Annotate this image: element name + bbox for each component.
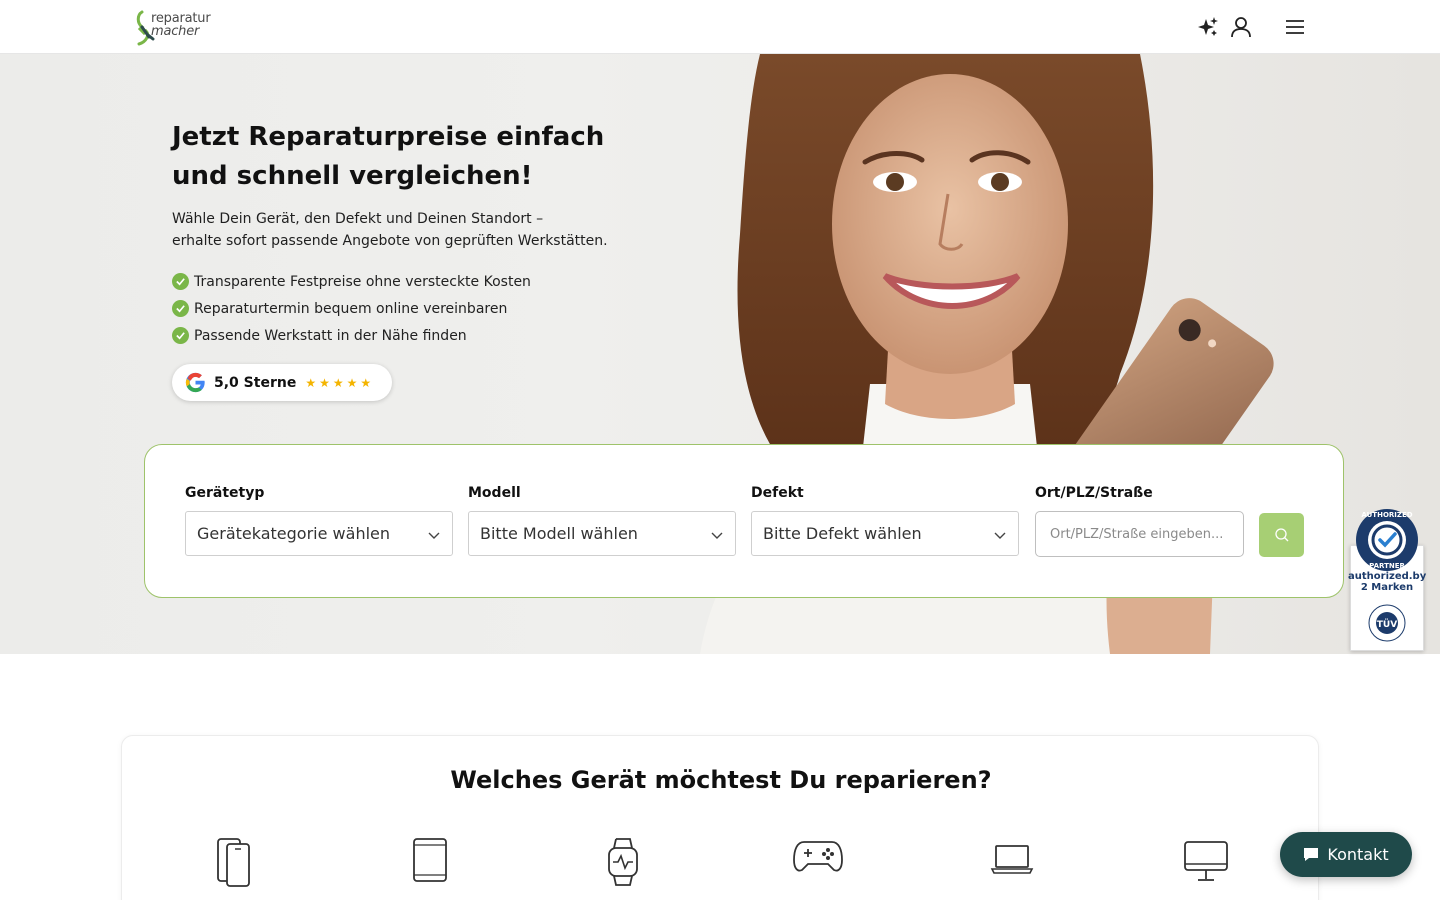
check-icon [172, 327, 189, 344]
gamepad-icon[interactable] [792, 836, 844, 876]
search-button[interactable] [1259, 513, 1304, 557]
model-field: Modell Bitte Modell wählen [468, 485, 736, 556]
site-header: reparatur macher [0, 0, 1440, 54]
logo[interactable]: reparatur macher [136, 9, 218, 47]
benefit-text: Reparaturtermin bequem online vereinbare… [194, 300, 508, 317]
defect-value: Bitte Defekt wählen [763, 524, 922, 543]
hero-subtitle-line2: erhalte sofort passende Angebote von gep… [172, 233, 608, 249]
chevron-down-icon [994, 532, 1006, 539]
device-type-label: Gerätetyp [185, 485, 265, 501]
laptop-icon[interactable] [990, 836, 1034, 876]
google-rating-badge[interactable]: 5,0 Sterne ★★★★★ [172, 364, 392, 401]
rating-text: 5,0 Sterne [214, 374, 297, 391]
sparkle-icon[interactable] [1196, 15, 1220, 39]
desktop-icon[interactable] [1182, 836, 1230, 884]
hero-subtitle: Wähle Dein Gerät, den Defekt und Deinen … [172, 208, 642, 252]
rating-stars: ★★★★★ [305, 375, 375, 390]
location-input[interactable] [1035, 511, 1244, 557]
chevron-down-icon [711, 532, 723, 539]
location-label: Ort/PLZ/Straße [1035, 485, 1153, 501]
badge-line2: 2 Marken [1360, 582, 1414, 593]
tuv-text: TÜV [1377, 619, 1397, 630]
tablet-icon[interactable] [410, 836, 450, 884]
model-label: Modell [468, 485, 521, 501]
tuv-seal-icon: TÜV [1368, 604, 1406, 642]
seal-bottom-text: PARTNER [1369, 562, 1405, 570]
device-section-title: Welches Gerät möchtest Du reparieren? [450, 766, 992, 794]
google-icon [185, 372, 205, 393]
benefit-text: Passende Werkstatt in der Nähe finden [194, 327, 467, 344]
authorized-partner-badge[interactable]: AUTHORIZED PARTNER authorized.by 2 Marke… [1348, 505, 1426, 651]
model-select[interactable]: Bitte Modell wählen [468, 511, 736, 556]
benefit-text: Transparente Festpreise ohne versteckte … [194, 273, 531, 290]
device-type-field: Gerätetyp Gerätekategorie wählen [185, 485, 453, 556]
benefit-item: Transparente Festpreise ohne versteckte … [172, 268, 531, 295]
model-value: Bitte Modell wählen [480, 524, 638, 543]
search-icon [1274, 528, 1288, 542]
contact-label: Kontakt [1327, 845, 1389, 864]
seal-top-text: AUTHORIZED [1361, 511, 1412, 519]
benefit-item: Passende Werkstatt in der Nähe finden [172, 322, 531, 349]
check-icon [172, 300, 189, 317]
menu-icon[interactable] [1283, 15, 1307, 39]
benefit-item: Reparaturtermin bequem online vereinbare… [172, 295, 531, 322]
authorized-seal-icon: AUTHORIZED PARTNER [1356, 509, 1418, 571]
device-selection-section: Welches Gerät möchtest Du reparieren? [121, 735, 1319, 900]
chevron-down-icon [428, 532, 440, 539]
benefit-list: Transparente Festpreise ohne versteckte … [172, 268, 531, 349]
defect-label: Defekt [751, 485, 804, 501]
badge-line1: authorized.by [1348, 571, 1427, 582]
smartphone-icon[interactable] [215, 836, 255, 888]
repair-search-form: Gerätetyp Gerätekategorie wählen Modell … [144, 444, 1344, 598]
chat-icon [1304, 848, 1319, 861]
location-field: Ort/PLZ/Straße [1035, 485, 1244, 557]
check-icon [172, 273, 189, 290]
device-type-value: Gerätekategorie wählen [197, 524, 391, 543]
hero-title: Jetzt Reparaturpreise einfach und schnel… [172, 122, 605, 191]
contact-button[interactable]: Kontakt [1280, 832, 1412, 877]
defect-field: Defekt Bitte Defekt wählen [751, 485, 1019, 556]
defect-select[interactable]: Bitte Defekt wählen [751, 511, 1019, 556]
hero-subtitle-line1: Wähle Dein Gerät, den Defekt und Deinen … [172, 211, 544, 227]
user-icon[interactable] [1229, 15, 1253, 39]
logo-text-bottom: macher [151, 24, 200, 39]
smartwatch-icon[interactable] [605, 836, 641, 888]
device-type-select[interactable]: Gerätekategorie wählen [185, 511, 453, 556]
